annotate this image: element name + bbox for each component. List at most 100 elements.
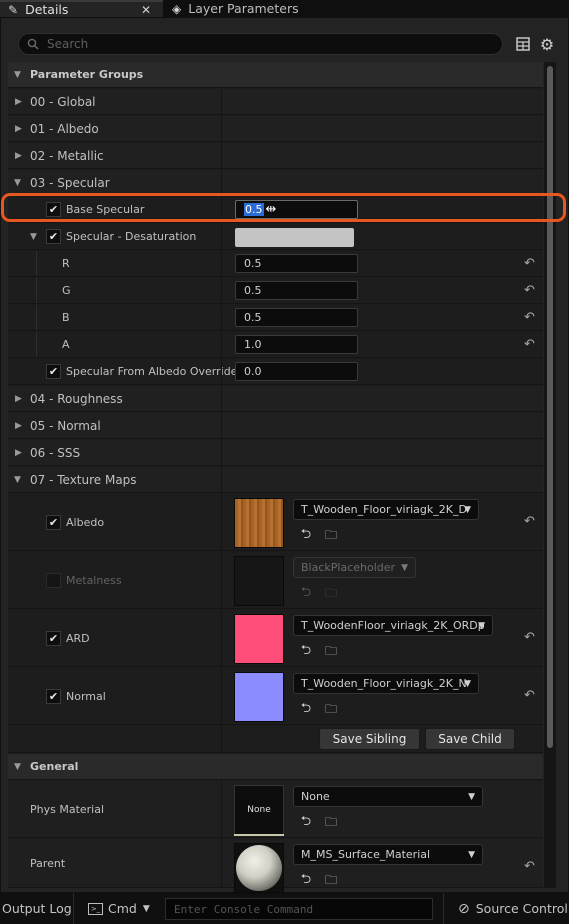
group-roughness[interactable]: ▶ 04 - Roughness [8,386,543,412]
use-selected-icon[interactable]: ⮌ [298,585,314,602]
ard-thumbnail[interactable] [234,614,284,664]
category-parameter-groups[interactable]: ▼ Parameter Groups [8,62,543,88]
column-divider[interactable] [221,839,222,887]
albedo-thumbnail[interactable] [234,498,284,548]
group-normal[interactable]: ▶ 05 - Normal [8,413,543,439]
reset-icon[interactable]: ↶ [524,688,535,703]
column-divider[interactable] [221,413,222,438]
browse-folder-icon[interactable]: 🗀 [323,702,339,718]
color-swatch[interactable] [235,228,354,247]
column-divider[interactable] [221,143,222,168]
reset-icon[interactable]: ↶ [524,256,535,271]
chevron-right-icon[interactable]: ▶ [15,143,22,168]
column-divider[interactable] [221,116,222,141]
a-value-field[interactable]: 1.0 [235,335,358,354]
column-divider[interactable] [221,494,222,550]
column-divider[interactable] [221,440,222,465]
reset-icon[interactable]: ↶ [524,514,535,529]
g-value-field[interactable]: 0.5 [235,281,358,300]
tab-details[interactable]: ✎ Details ✕ [0,0,163,17]
chevron-right-icon[interactable]: ▶ [15,116,22,141]
column-divider[interactable] [221,332,222,357]
r-value-field[interactable]: 0.5 [235,254,358,273]
browse-folder-icon[interactable]: 🗀 [323,873,339,889]
albedo-asset-picker[interactable]: T_Wooden_Floor_viriagk_2K_D ▼ [293,499,479,520]
group-texture-maps[interactable]: ▼ 07 - Texture Maps [8,467,543,493]
use-selected-icon[interactable]: ⮌ [298,814,314,831]
from-albedo-field[interactable]: 0.0 [235,362,358,381]
phys-material-picker[interactable]: None ▼ [293,786,483,807]
scrollbar-thumb[interactable] [547,66,553,748]
vertical-scrollbar[interactable] [544,62,556,888]
normal-asset-picker[interactable]: T_Wooden_Floor_viriagk_2K_N ▼ [293,673,479,694]
table-view-icon[interactable] [514,35,532,53]
from-albedo-checkbox[interactable]: ✔ [46,364,61,379]
column-divider[interactable] [221,170,222,195]
use-selected-icon[interactable]: ⮌ [298,527,314,544]
texture-metalness: Metalness BlackPlaceholder ▼ ⮌ 🗀 [8,552,543,609]
chevron-down-icon[interactable]: ▼ [14,62,21,87]
browse-folder-icon[interactable]: 🗀 [323,644,339,660]
metalness-checkbox[interactable] [46,573,61,588]
reset-icon[interactable]: ↶ [524,859,535,874]
reset-icon[interactable]: ↶ [524,310,535,325]
cmd-dropdown[interactable]: >_ Cmd ▼ [88,893,150,924]
normal-thumbnail[interactable] [234,672,284,722]
metalness-asset-picker[interactable]: BlackPlaceholder ▼ [293,557,416,578]
tab-layer-parameters[interactable]: ◈ Layer Parameters [165,0,325,17]
group-sss[interactable]: ▶ 06 - SSS [8,440,543,466]
albedo-checkbox[interactable]: ✔ [46,515,61,530]
chevron-right-icon[interactable]: ▶ [15,386,22,411]
column-divider[interactable] [221,224,222,249]
normal-checkbox[interactable]: ✔ [46,689,61,704]
browse-folder-icon[interactable]: 🗀 [323,815,339,831]
chevron-down-icon[interactable]: ▼ [14,467,21,492]
column-divider[interactable] [221,552,222,608]
column-divider[interactable] [221,467,222,492]
parent-material-picker[interactable]: M_MS_Surface_Material ▼ [293,844,483,865]
chevron-right-icon[interactable]: ▶ [15,440,22,465]
column-divider[interactable] [221,610,222,666]
group-albedo[interactable]: ▶ 01 - Albedo [8,116,543,142]
chevron-down-icon[interactable]: ▼ [14,170,21,195]
search-input[interactable]: Search [18,33,503,55]
chevron-right-icon[interactable]: ▶ [15,413,22,438]
reset-icon[interactable]: ↶ [524,630,535,645]
desaturation-checkbox[interactable]: ✔ [46,229,61,244]
parent-thumbnail[interactable] [234,843,284,893]
phys-material-thumbnail[interactable]: None [234,785,284,835]
ard-checkbox[interactable]: ✔ [46,631,61,646]
gear-icon[interactable]: ⚙ [538,35,556,54]
group-global[interactable]: ▶ 00 - Global [8,89,543,115]
column-divider[interactable] [221,386,222,411]
reset-icon[interactable]: ↶ [524,337,535,352]
b-value-field[interactable]: 0.5 [235,308,358,327]
category-general[interactable]: ▼ General [8,754,543,780]
save-sibling-button[interactable]: Save Sibling [319,728,420,750]
column-divider[interactable] [221,89,222,114]
chevron-down-icon[interactable]: ▼ [14,754,21,779]
column-divider[interactable] [221,668,222,724]
save-child-button[interactable]: Save Child [425,728,515,750]
reset-icon[interactable]: ↶ [524,283,535,298]
chevron-right-icon[interactable]: ▶ [15,89,22,114]
use-selected-icon[interactable]: ⮌ [298,701,314,718]
output-log-button[interactable]: Output Log [2,893,72,924]
close-icon[interactable]: ✕ [141,3,151,17]
source-control-button[interactable]: ⊘ Source Control [458,893,568,924]
use-selected-icon[interactable]: ⮌ [298,643,314,660]
console-input[interactable]: Enter Console Command [165,898,433,920]
column-divider[interactable] [221,305,222,330]
column-divider[interactable] [221,278,222,303]
chevron-down-icon[interactable]: ▼ [30,224,37,249]
browse-folder-icon[interactable]: 🗀 [323,586,339,602]
column-divider[interactable] [221,251,222,276]
metalness-thumbnail[interactable] [234,556,284,606]
column-divider[interactable] [221,726,222,752]
group-metallic[interactable]: ▶ 02 - Metallic [8,143,543,169]
use-selected-icon[interactable]: ⮌ [298,872,314,889]
column-divider[interactable] [221,359,222,384]
ard-asset-picker[interactable]: T_WoodenFloor_viriagk_2K_ORDp ▼ [293,615,493,636]
browse-folder-icon[interactable]: 🗀 [323,528,339,544]
column-divider[interactable] [221,781,222,837]
